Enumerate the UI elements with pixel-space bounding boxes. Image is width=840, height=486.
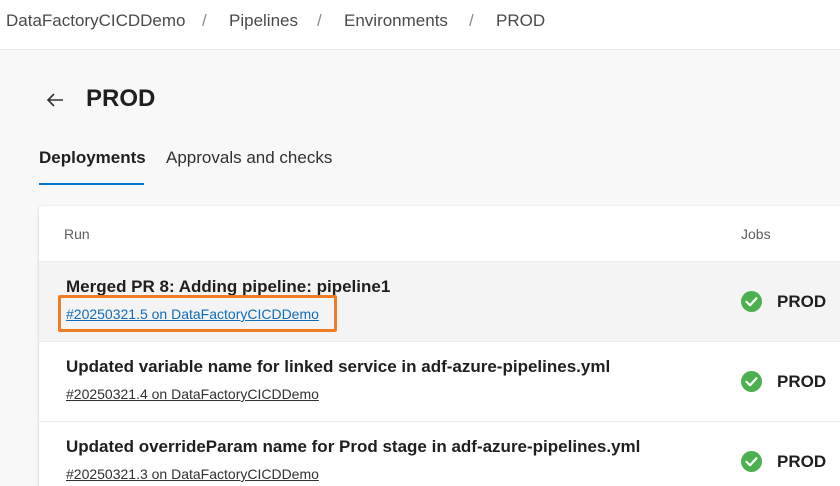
success-check-icon: [741, 371, 762, 392]
run-link[interactable]: #20250321.5 on DataFactoryCICDDemo: [66, 306, 319, 322]
active-tab-indicator: [39, 183, 144, 185]
top-bar: DataFactoryCICDDemo / Pipelines / Enviro…: [0, 0, 840, 50]
run-title: Updated overrideParam name for Prod stag…: [66, 437, 641, 456]
success-check-icon: [741, 451, 762, 472]
run-title: Updated variable name for linked service…: [66, 357, 611, 376]
job-name: PROD: [777, 452, 827, 471]
tab-approvals-and-checks[interactable]: Approvals and checks: [166, 148, 332, 168]
column-header-run: Run: [64, 226, 90, 242]
breadcrumb-separator: /: [202, 11, 207, 30]
breadcrumb-separator: /: [317, 11, 322, 30]
page-title: PROD: [86, 85, 156, 112]
arrow-left-icon[interactable]: [44, 89, 66, 111]
run-title: Merged PR 8: Adding pipeline: pipeline1: [66, 277, 391, 296]
breadcrumb-current[interactable]: PROD: [496, 11, 545, 31]
breadcrumb-environments[interactable]: Environments: [344, 11, 448, 31]
breadcrumb-pipelines[interactable]: Pipelines: [229, 11, 298, 31]
column-header-jobs: Jobs: [741, 226, 771, 242]
run-link[interactable]: #20250321.3 on DataFactoryCICDDemo: [66, 466, 319, 482]
run-link[interactable]: #20250321.4 on DataFactoryCICDDemo: [66, 386, 319, 402]
job-name: PROD: [777, 372, 827, 391]
table-row[interactable]: Merged PR 8: Adding pipeline: pipeline1 …: [39, 262, 840, 342]
tab-deployments[interactable]: Deployments: [39, 148, 146, 168]
table-row[interactable]: Updated overrideParam name for Prod stag…: [39, 422, 840, 486]
table-row[interactable]: Updated variable name for linked service…: [39, 342, 840, 422]
success-check-icon: [741, 291, 762, 312]
breadcrumb-separator: /: [469, 11, 474, 30]
breadcrumb-project[interactable]: DataFactoryCICDDemo: [6, 11, 186, 31]
table-header: Run Jobs: [39, 206, 840, 262]
job-name: PROD: [777, 292, 827, 311]
deployments-table: Run Jobs Merged PR 8: Adding pipeline: p…: [39, 206, 840, 486]
